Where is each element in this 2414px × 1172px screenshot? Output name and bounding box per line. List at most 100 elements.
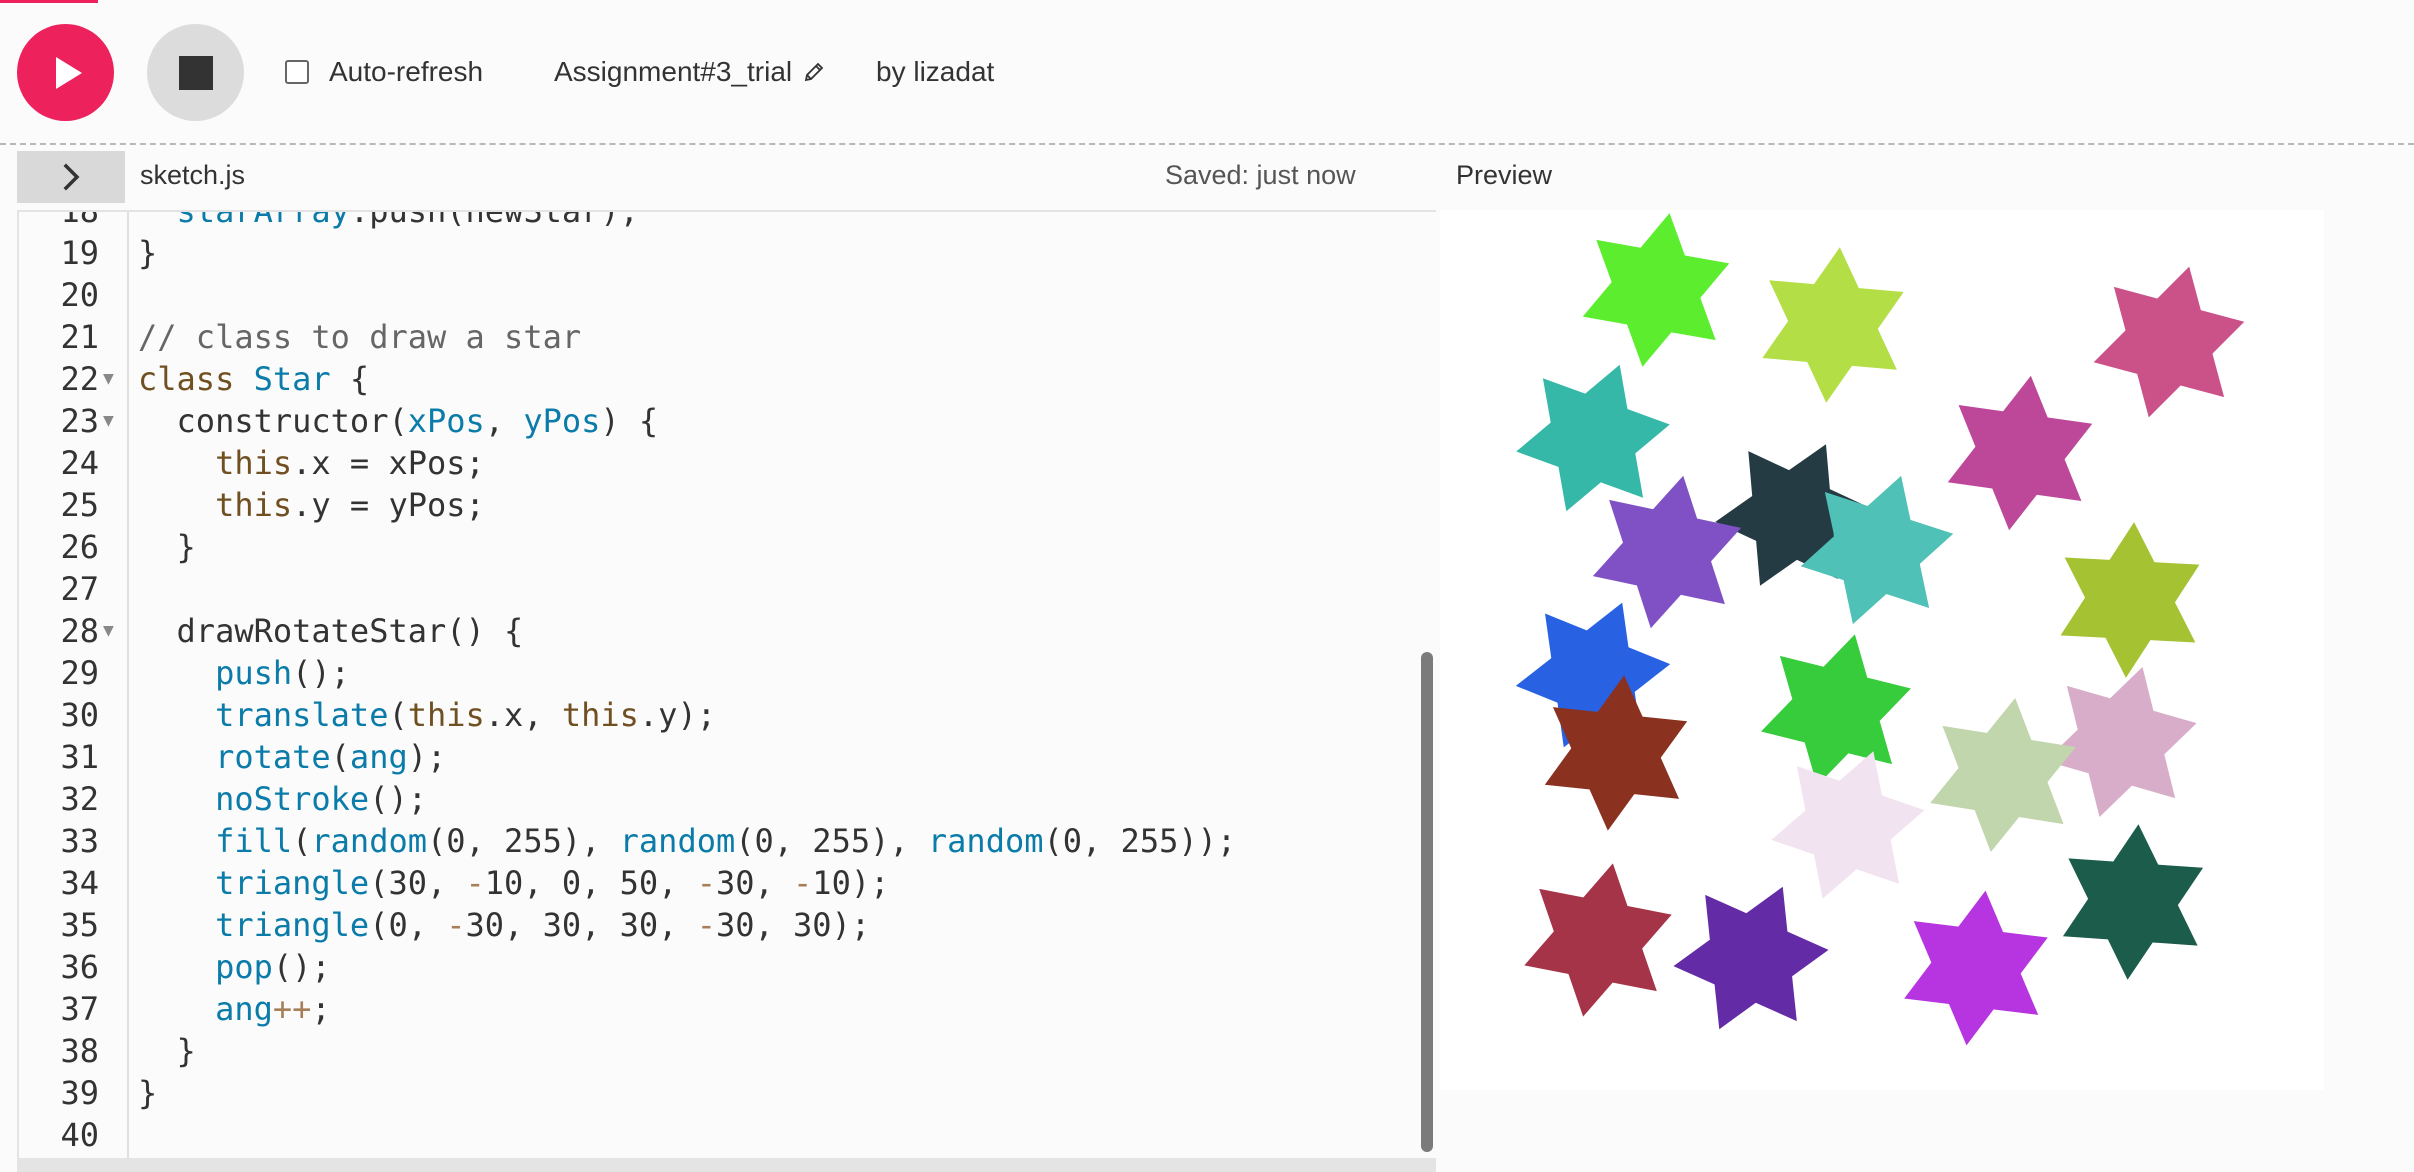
line-number: 32 bbox=[60, 780, 99, 818]
code-line[interactable]: 38 } bbox=[19, 1030, 1436, 1072]
code-line[interactable]: 28 ▼ drawRotateStar() { bbox=[19, 610, 1436, 652]
code-token: triangle bbox=[138, 864, 370, 902]
fold-triangle-icon[interactable]: ▼ bbox=[103, 400, 114, 442]
star-canvas bbox=[1515, 213, 2245, 1046]
vertical-scrollbar[interactable] bbox=[1417, 212, 1435, 1172]
code-token: (); bbox=[292, 654, 350, 692]
line-number: 29 bbox=[60, 654, 99, 692]
code-token: noStroke bbox=[138, 780, 370, 818]
play-button[interactable] bbox=[17, 24, 114, 121]
code-line[interactable]: 19} bbox=[19, 232, 1436, 274]
fold-triangle-icon[interactable]: ▼ bbox=[103, 610, 114, 652]
code-line[interactable]: 36 pop(); bbox=[19, 946, 1436, 988]
code-line[interactable]: 33 fill(random(0, 255), random(0, 255), … bbox=[19, 820, 1436, 862]
star-shape bbox=[2093, 266, 2245, 418]
star-shape bbox=[1516, 364, 1670, 512]
star-shape bbox=[1582, 213, 1730, 367]
code-token: .x = xPos; bbox=[292, 444, 485, 482]
project-name[interactable]: Assignment#3_trial bbox=[554, 56, 826, 88]
fold-triangle-icon[interactable]: ▼ bbox=[103, 358, 114, 400]
code-token: push bbox=[138, 654, 293, 692]
code-token: rotate bbox=[138, 738, 331, 776]
code-token: .push(newStar); bbox=[349, 210, 639, 230]
code-token: } bbox=[138, 1032, 196, 1070]
line-code: constructor(xPos, yPos) { bbox=[138, 400, 659, 442]
auto-refresh-checkbox[interactable] bbox=[285, 60, 309, 84]
file-header: sketch.js Saved: just now bbox=[0, 146, 1438, 206]
code-token: } bbox=[138, 528, 196, 566]
star-shape bbox=[2062, 824, 2204, 980]
pencil-icon[interactable] bbox=[802, 60, 826, 84]
line-number: 20 bbox=[60, 276, 99, 314]
accent-bar bbox=[0, 0, 98, 3]
code-token: class bbox=[138, 360, 235, 398]
file-name[interactable]: sketch.js bbox=[140, 160, 245, 191]
code-line[interactable]: 31 rotate(ang); bbox=[19, 736, 1436, 778]
code-line[interactable]: 24 this.x = xPos; bbox=[19, 442, 1436, 484]
preview-canvas[interactable] bbox=[1440, 210, 2324, 1090]
code-line[interactable]: 21 // class to draw a star bbox=[19, 316, 1436, 358]
code-token: this bbox=[561, 696, 639, 734]
code-line[interactable]: 39} bbox=[19, 1072, 1436, 1114]
code-token: (0, 255), bbox=[735, 822, 928, 860]
code-token: this bbox=[138, 444, 293, 482]
scrollbar-thumb[interactable] bbox=[1421, 652, 1433, 1152]
line-code: fill(random(0, 255), random(0, 255), ran… bbox=[138, 820, 1236, 862]
code-line[interactable]: 37 ang++; bbox=[19, 988, 1436, 1030]
code-line[interactable]: 32 noStroke(); bbox=[19, 778, 1436, 820]
code-line[interactable]: 22 ▼ class Star { bbox=[19, 358, 1436, 400]
toolbar: Auto-refresh Assignment#3_trial by lizad… bbox=[0, 0, 2414, 145]
code-editor[interactable]: 18 starArray.push(newStar); 19} 20 21// cla… bbox=[17, 210, 1436, 1172]
line-code: ang++; bbox=[138, 988, 331, 1030]
code-line[interactable]: 26 } bbox=[19, 526, 1436, 568]
code-token: Star bbox=[253, 360, 331, 398]
star-shape bbox=[1771, 751, 1925, 899]
line-code: // class to draw a star bbox=[138, 316, 581, 358]
star-shape bbox=[1761, 634, 1911, 786]
line-number: 34 bbox=[60, 864, 99, 902]
code-line[interactable]: 25 this.y = yPos; bbox=[19, 484, 1436, 526]
code-token: { bbox=[330, 360, 370, 398]
code-line[interactable]: 34 triangle(30, -10, 0, 50, -30, -10); bbox=[19, 862, 1436, 904]
code-token: - bbox=[465, 864, 485, 902]
stop-icon bbox=[178, 55, 213, 90]
star-shape bbox=[1947, 375, 2093, 531]
code-line[interactable]: 40 bbox=[19, 1114, 1436, 1156]
chevron-right-icon bbox=[63, 163, 80, 191]
code-token: 10); bbox=[812, 864, 890, 902]
star-triangle bbox=[1705, 894, 1829, 1030]
code-token: ang bbox=[349, 738, 408, 776]
code-line[interactable]: 27 bbox=[19, 568, 1436, 610]
code-line[interactable]: 29 push(); bbox=[19, 652, 1436, 694]
code-token: fill bbox=[138, 822, 293, 860]
line-number: 37 bbox=[60, 990, 99, 1028]
code-line[interactable]: 20 bbox=[19, 274, 1436, 316]
line-number: 22 bbox=[60, 360, 99, 398]
code-token: starArray bbox=[138, 210, 350, 230]
line-number: 39 bbox=[60, 1074, 99, 1112]
code-token: - bbox=[696, 906, 716, 944]
star-shape bbox=[1524, 863, 1672, 1017]
line-code: push(); bbox=[138, 652, 350, 694]
code-token: } bbox=[138, 1074, 158, 1112]
code-line[interactable]: 23 ▼ constructor(xPos, yPos) { bbox=[19, 400, 1436, 442]
code-line[interactable]: 18 starArray.push(newStar); bbox=[19, 210, 1436, 232]
line-number: 31 bbox=[60, 738, 99, 776]
code-token: (0, 255)); bbox=[1043, 822, 1237, 860]
line-code: this.x = xPos; bbox=[138, 442, 485, 484]
line-number: 24 bbox=[60, 444, 99, 482]
code-line[interactable]: 30 translate(this.x, this.y); bbox=[19, 694, 1436, 736]
line-code: triangle(0, -30, 30, 30, -30, 30); bbox=[138, 904, 870, 946]
stop-button[interactable] bbox=[147, 24, 244, 121]
horizontal-scrollbar[interactable] bbox=[19, 1158, 1436, 1172]
expand-sidebar-button[interactable] bbox=[17, 151, 125, 203]
line-code: rotate(ang); bbox=[138, 736, 446, 778]
code-token: ; bbox=[311, 990, 331, 1028]
code-token: pop bbox=[138, 948, 273, 986]
author-byline[interactable]: by lizadat bbox=[876, 56, 994, 88]
auto-refresh-toggle[interactable]: Auto-refresh bbox=[285, 56, 483, 88]
code-line[interactable]: 35 triangle(0, -30, 30, 30, -30, 30); bbox=[19, 904, 1436, 946]
star-shape bbox=[1762, 247, 1904, 403]
code-token: .y = yPos; bbox=[292, 486, 485, 524]
